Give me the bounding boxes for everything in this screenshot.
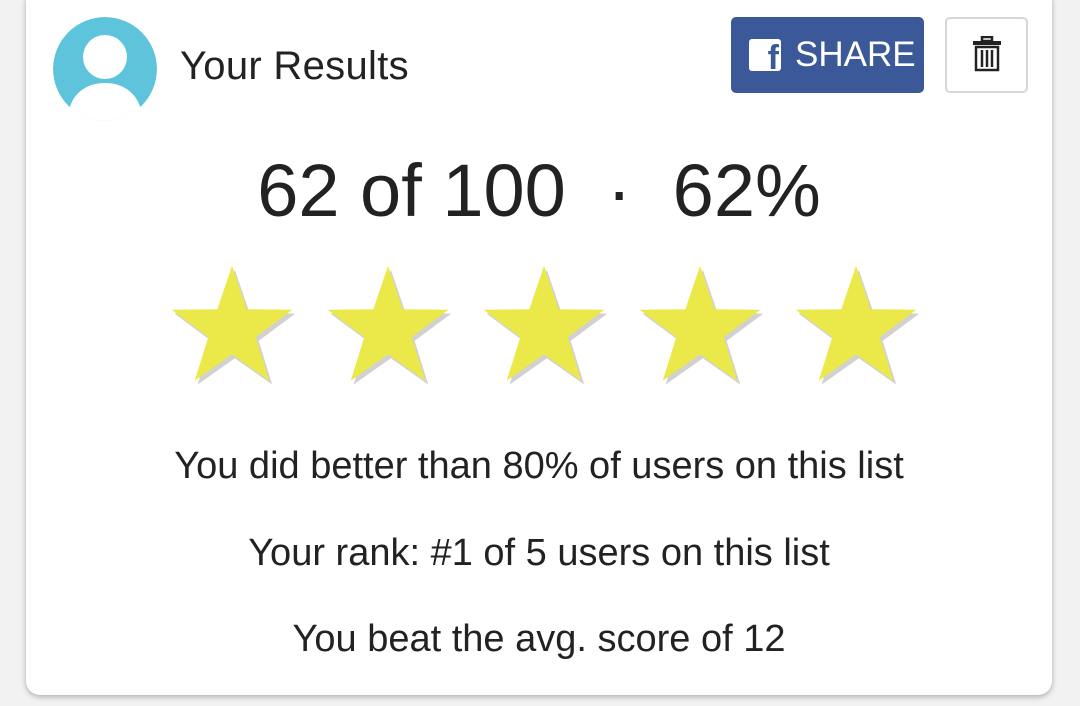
star-icon bbox=[327, 265, 452, 385]
score-summary: 62 of 100 · 62% bbox=[257, 149, 821, 232]
share-button-label: SHARE bbox=[795, 35, 916, 74]
star-icon bbox=[795, 265, 920, 385]
facebook-icon: f bbox=[749, 39, 781, 75]
star-rating bbox=[165, 264, 920, 394]
results-card: Your Results f SHARE 62 of 100 · 62% You… bbox=[26, 0, 1052, 695]
trash-icon bbox=[972, 35, 1002, 75]
delete-button[interactable] bbox=[945, 17, 1028, 93]
facebook-share-button[interactable]: f SHARE bbox=[731, 17, 924, 93]
user-avatar-icon bbox=[53, 17, 157, 121]
rank-text: Your rank: #1 of 5 users on this list bbox=[248, 532, 830, 574]
star-icon bbox=[639, 265, 764, 385]
average-score-text: You beat the avg. score of 12 bbox=[292, 618, 786, 660]
star-icon bbox=[171, 265, 296, 385]
percentile-text: You did better than 80% of users on this… bbox=[174, 445, 904, 487]
page-title: Your Results bbox=[180, 44, 409, 88]
star-icon bbox=[483, 265, 608, 385]
